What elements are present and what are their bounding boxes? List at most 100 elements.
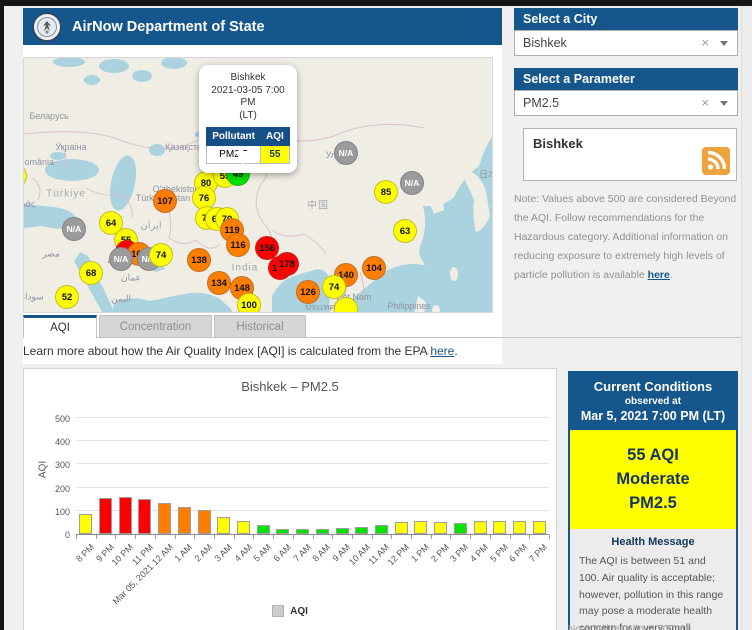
chart-bar[interactable]: [335, 527, 349, 534]
legend-label: AQI: [290, 605, 308, 617]
map-country-label: سودان: [24, 291, 44, 302]
chart-bar[interactable]: [512, 521, 526, 534]
scrollbar[interactable]: [741, 6, 752, 630]
chart-bar[interactable]: [138, 498, 152, 534]
chart-bar[interactable]: [99, 498, 113, 534]
city-caret-icon[interactable]: [720, 41, 728, 46]
aqi-map[interactable]: БеларусьУкраінаRomâniaҚазақстанTürkiyeλλ…: [23, 57, 493, 313]
chart-x-tick-label: 1 PM: [409, 542, 431, 564]
aqi-map-marker[interactable]: N/A: [400, 171, 424, 195]
chart-bar[interactable]: [177, 507, 191, 534]
chart-bar[interactable]: [414, 521, 428, 534]
chart-x-tick: [450, 535, 452, 539]
chart-y-tick-label: 100: [54, 506, 70, 517]
city-select[interactable]: Bishkek ×: [514, 30, 738, 56]
chart-x-tick: [253, 535, 255, 539]
aqi-map-marker[interactable]: 116: [226, 233, 250, 257]
airnow-page: AirNow Department of State Беларусь Укра…: [0, 0, 752, 630]
chart-bar[interactable]: [118, 497, 132, 534]
chart-x-tick: [430, 535, 432, 539]
aqi-map-marker[interactable]: 100: [237, 293, 261, 312]
parameter-select-value: PM2.5: [523, 96, 560, 110]
chart-x-tick: [292, 535, 294, 539]
chart-bar[interactable]: [493, 521, 507, 534]
learn-more-text: Learn more about how the Air Quality Ind…: [23, 344, 458, 358]
chart-bar[interactable]: [532, 521, 546, 534]
aqi-map-marker[interactable]: 74: [149, 243, 173, 267]
rss-icon[interactable]: [702, 147, 730, 175]
aqi-map-marker[interactable]: 178: [275, 252, 299, 276]
aqi-map-marker[interactable]: N/A: [109, 247, 133, 271]
cc-aqi-value: 55 AQI: [627, 446, 679, 464]
chart-bar[interactable]: [217, 517, 231, 534]
city-select-value: Bishkek: [523, 36, 567, 50]
map-country-label: مصر: [42, 248, 60, 259]
parameter-caret-icon[interactable]: [720, 101, 728, 106]
chart-bar[interactable]: [355, 526, 369, 534]
legend-swatch: [272, 605, 285, 617]
chart-bar[interactable]: [473, 521, 487, 534]
chart-gridline: [76, 486, 549, 488]
parameter-select[interactable]: PM2.5 ×: [514, 90, 738, 116]
chart-x-tick: [233, 535, 235, 539]
chart-x-tick: [154, 535, 156, 539]
chart-bar[interactable]: [315, 529, 329, 534]
state-department-seal-icon: [32, 11, 62, 42]
aqi-map-marker[interactable]: N/A: [62, 217, 86, 241]
aqi-map-marker[interactable]: 63: [393, 219, 417, 243]
select-city-header: Select a City: [514, 8, 738, 30]
chart-x-tick-label: 2 PM: [428, 542, 451, 564]
tab-aqi[interactable]: AQI: [23, 315, 97, 338]
chart-y-tick-label: 300: [54, 460, 70, 471]
aqi-map-marker[interactable]: 52: [55, 285, 79, 309]
chart-bar[interactable]: [276, 528, 290, 534]
chart-x-tick: [312, 535, 314, 539]
city-clear-icon[interactable]: ×: [701, 36, 709, 49]
note-here-link[interactable]: here: [648, 269, 670, 281]
aqi-map-marker[interactable]: 107: [153, 189, 177, 213]
chart-x-tick-label: 3 AM: [212, 542, 234, 564]
app-title: AirNow Department of State: [72, 18, 265, 35]
parameter-clear-icon[interactable]: ×: [701, 96, 709, 109]
chart-bar[interactable]: [453, 523, 467, 534]
chart-x-tick-label: 7 PM: [527, 542, 550, 564]
chart-bar[interactable]: [394, 521, 408, 534]
aqi-map-marker[interactable]: 138: [187, 248, 211, 272]
chart-bar[interactable]: [434, 521, 448, 534]
epa-here-link[interactable]: here: [430, 344, 454, 358]
aqi-map-marker[interactable]: 134: [207, 271, 231, 295]
aqi-map-marker[interactable]: 104: [362, 256, 386, 280]
chart-x-tick-label: 5 PM: [487, 542, 510, 564]
chart-x-tick-label: 6 PM: [507, 542, 530, 564]
popup-datetime: 2021-03-05 7:00 PM: [211, 84, 285, 109]
aqi-map-marker[interactable]: 68: [79, 261, 103, 285]
chart-bar[interactable]: [296, 529, 310, 534]
popup-pollutant-value: PM2.5: [206, 145, 261, 164]
tab-historical[interactable]: Historical: [214, 315, 306, 337]
tab-concentration[interactable]: Concentration: [99, 315, 212, 337]
aqi-map-marker[interactable]: 85: [374, 180, 398, 204]
window-top-edge: [0, 0, 752, 6]
chart-bar[interactable]: [256, 525, 270, 534]
chart-bar[interactable]: [237, 521, 251, 534]
chart-x-tick-label: 1 AM: [172, 542, 195, 564]
chart-x-tick: [489, 535, 491, 539]
view-tabs: AQI Concentration Historical: [23, 315, 748, 338]
aqi-map-marker[interactable]: N/A: [334, 141, 358, 165]
sidebar-note-after: .: [669, 269, 673, 281]
window-left-edge: [0, 0, 4, 630]
chart-bar[interactable]: [158, 503, 172, 534]
popup-col-pollutant: Pollutant: [206, 127, 261, 146]
map-country-label: اليمن: [110, 293, 132, 304]
aqi-map-marker[interactable]: 126: [296, 280, 320, 304]
popup-city: Bishkek: [230, 72, 266, 83]
popup-tail: [235, 151, 251, 165]
chart-bar[interactable]: [374, 525, 388, 534]
chart-x-tick-label: 5 AM: [251, 542, 274, 564]
chart-plot-area: 8 PM 9 PM 10 PM 11 PM Mar 05, 2021 12 AM 1 AM…: [74, 413, 550, 606]
aqi-chart: Bishkek – PM2.5 AQI 0 100 200 300 400 500 8 P…: [23, 368, 557, 630]
chart-bar[interactable]: [79, 513, 93, 534]
chart-bar[interactable]: [197, 509, 211, 534]
chart-legend[interactable]: AQI: [24, 605, 556, 617]
aqi-map-marker[interactable]: 74: [322, 275, 346, 299]
